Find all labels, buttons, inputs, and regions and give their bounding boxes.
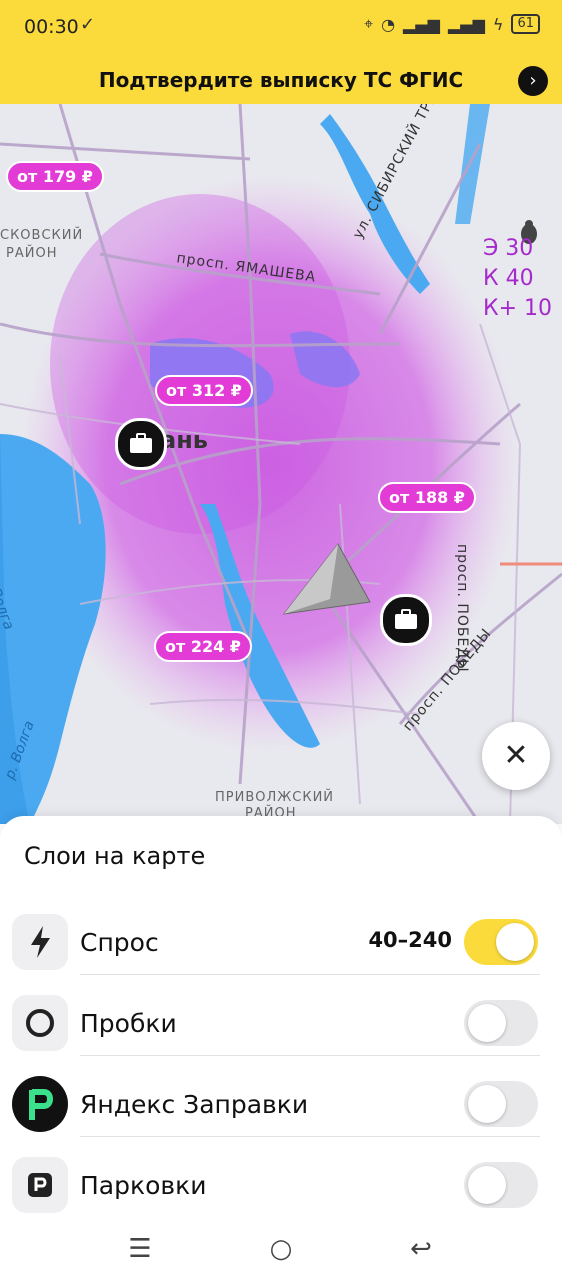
banner-text: Подтвердите выписку ТС ФГИС	[98, 68, 464, 92]
district-label: СКОВСКИЙ	[0, 228, 84, 243]
traffic-toggle[interactable]	[464, 1000, 538, 1046]
charging-icon: ϟ	[492, 14, 504, 34]
work-pin[interactable]	[115, 418, 167, 470]
divider	[80, 1055, 540, 1056]
sync-check-icon: ✓	[80, 14, 96, 35]
price-tag[interactable]: от 312 ₽	[155, 375, 253, 406]
layer-row-demand[interactable]: Спрос 40–240	[0, 904, 562, 984]
chevron-right-icon[interactable]: ›	[518, 66, 548, 96]
layer-label: Спрос	[80, 928, 159, 957]
briefcase-icon	[130, 433, 152, 453]
traffic-icon	[12, 995, 68, 1051]
layer-label: Пробки	[80, 1009, 177, 1038]
back-icon[interactable]: ↩	[401, 1234, 441, 1266]
yandex-fuel-icon	[12, 1076, 68, 1132]
stat-kplus: К+ 10	[482, 296, 552, 321]
divider	[80, 974, 540, 975]
demand-range: 40–240	[368, 928, 452, 952]
briefcase-icon	[395, 609, 417, 629]
work-pin[interactable]	[380, 594, 432, 646]
map[interactable]: от 179 ₽ от 312 ₽ от 188 ₽ от 224 ₽ прос…	[0, 104, 562, 824]
signal-icon: ▂▄▆	[403, 14, 440, 34]
battery-icon: 61	[511, 14, 540, 34]
district-label: ПРИВОЛЖСКИЙ	[215, 790, 335, 805]
price-tag[interactable]: от 179 ₽	[6, 161, 104, 192]
lightning-icon	[12, 914, 68, 970]
close-icon[interactable]: ✕	[482, 722, 550, 790]
stat-k: К 40	[482, 266, 534, 291]
layer-row-parking[interactable]: Парковки	[0, 1147, 562, 1227]
map-canvas	[0, 104, 562, 824]
layer-row-fuel[interactable]: Яндекс Заправки	[0, 1066, 562, 1146]
system-nav-bar: ☰ ○ ↩	[0, 1220, 562, 1280]
layer-label: Яндекс Заправки	[80, 1090, 309, 1119]
location-icon: ⌖	[364, 14, 374, 33]
city-label: ань	[160, 426, 208, 454]
district-label: РАЙОН	[6, 246, 58, 261]
stat-e: Э 30	[482, 236, 534, 261]
status-icons: ⌖ ◔ ▂▄▆ ▂▄▆ ϟ 61	[364, 14, 540, 34]
fgis-banner[interactable]: Подтвердите выписку ТС ФГИС ›	[0, 58, 562, 104]
layers-sheet: Слои на карте Спрос 40–240 Пробки Яндекс…	[0, 816, 562, 1280]
home-icon[interactable]: ○	[261, 1234, 301, 1266]
status-bar: 00:30 ✓ ⌖ ◔ ▂▄▆ ▂▄▆ ϟ 61	[0, 0, 562, 58]
stats-panel: Э 30 К 40 К+ 10	[483, 234, 552, 324]
fuel-toggle[interactable]	[464, 1081, 538, 1127]
menu-icon[interactable]: ☰	[120, 1234, 160, 1266]
demand-toggle[interactable]	[464, 919, 538, 965]
wifi-icon: ◔	[381, 14, 396, 34]
parking-toggle[interactable]	[464, 1162, 538, 1208]
parking-icon	[12, 1157, 68, 1213]
status-time: 00:30	[24, 16, 79, 38]
price-tag[interactable]: от 224 ₽	[154, 631, 252, 662]
layer-row-traffic[interactable]: Пробки	[0, 985, 562, 1065]
divider	[80, 1136, 540, 1137]
price-tag[interactable]: от 188 ₽	[378, 482, 476, 513]
sheet-title: Слои на карте	[24, 842, 206, 870]
layer-label: Парковки	[80, 1171, 207, 1200]
signal-icon-2: ▂▄▆	[447, 14, 485, 34]
